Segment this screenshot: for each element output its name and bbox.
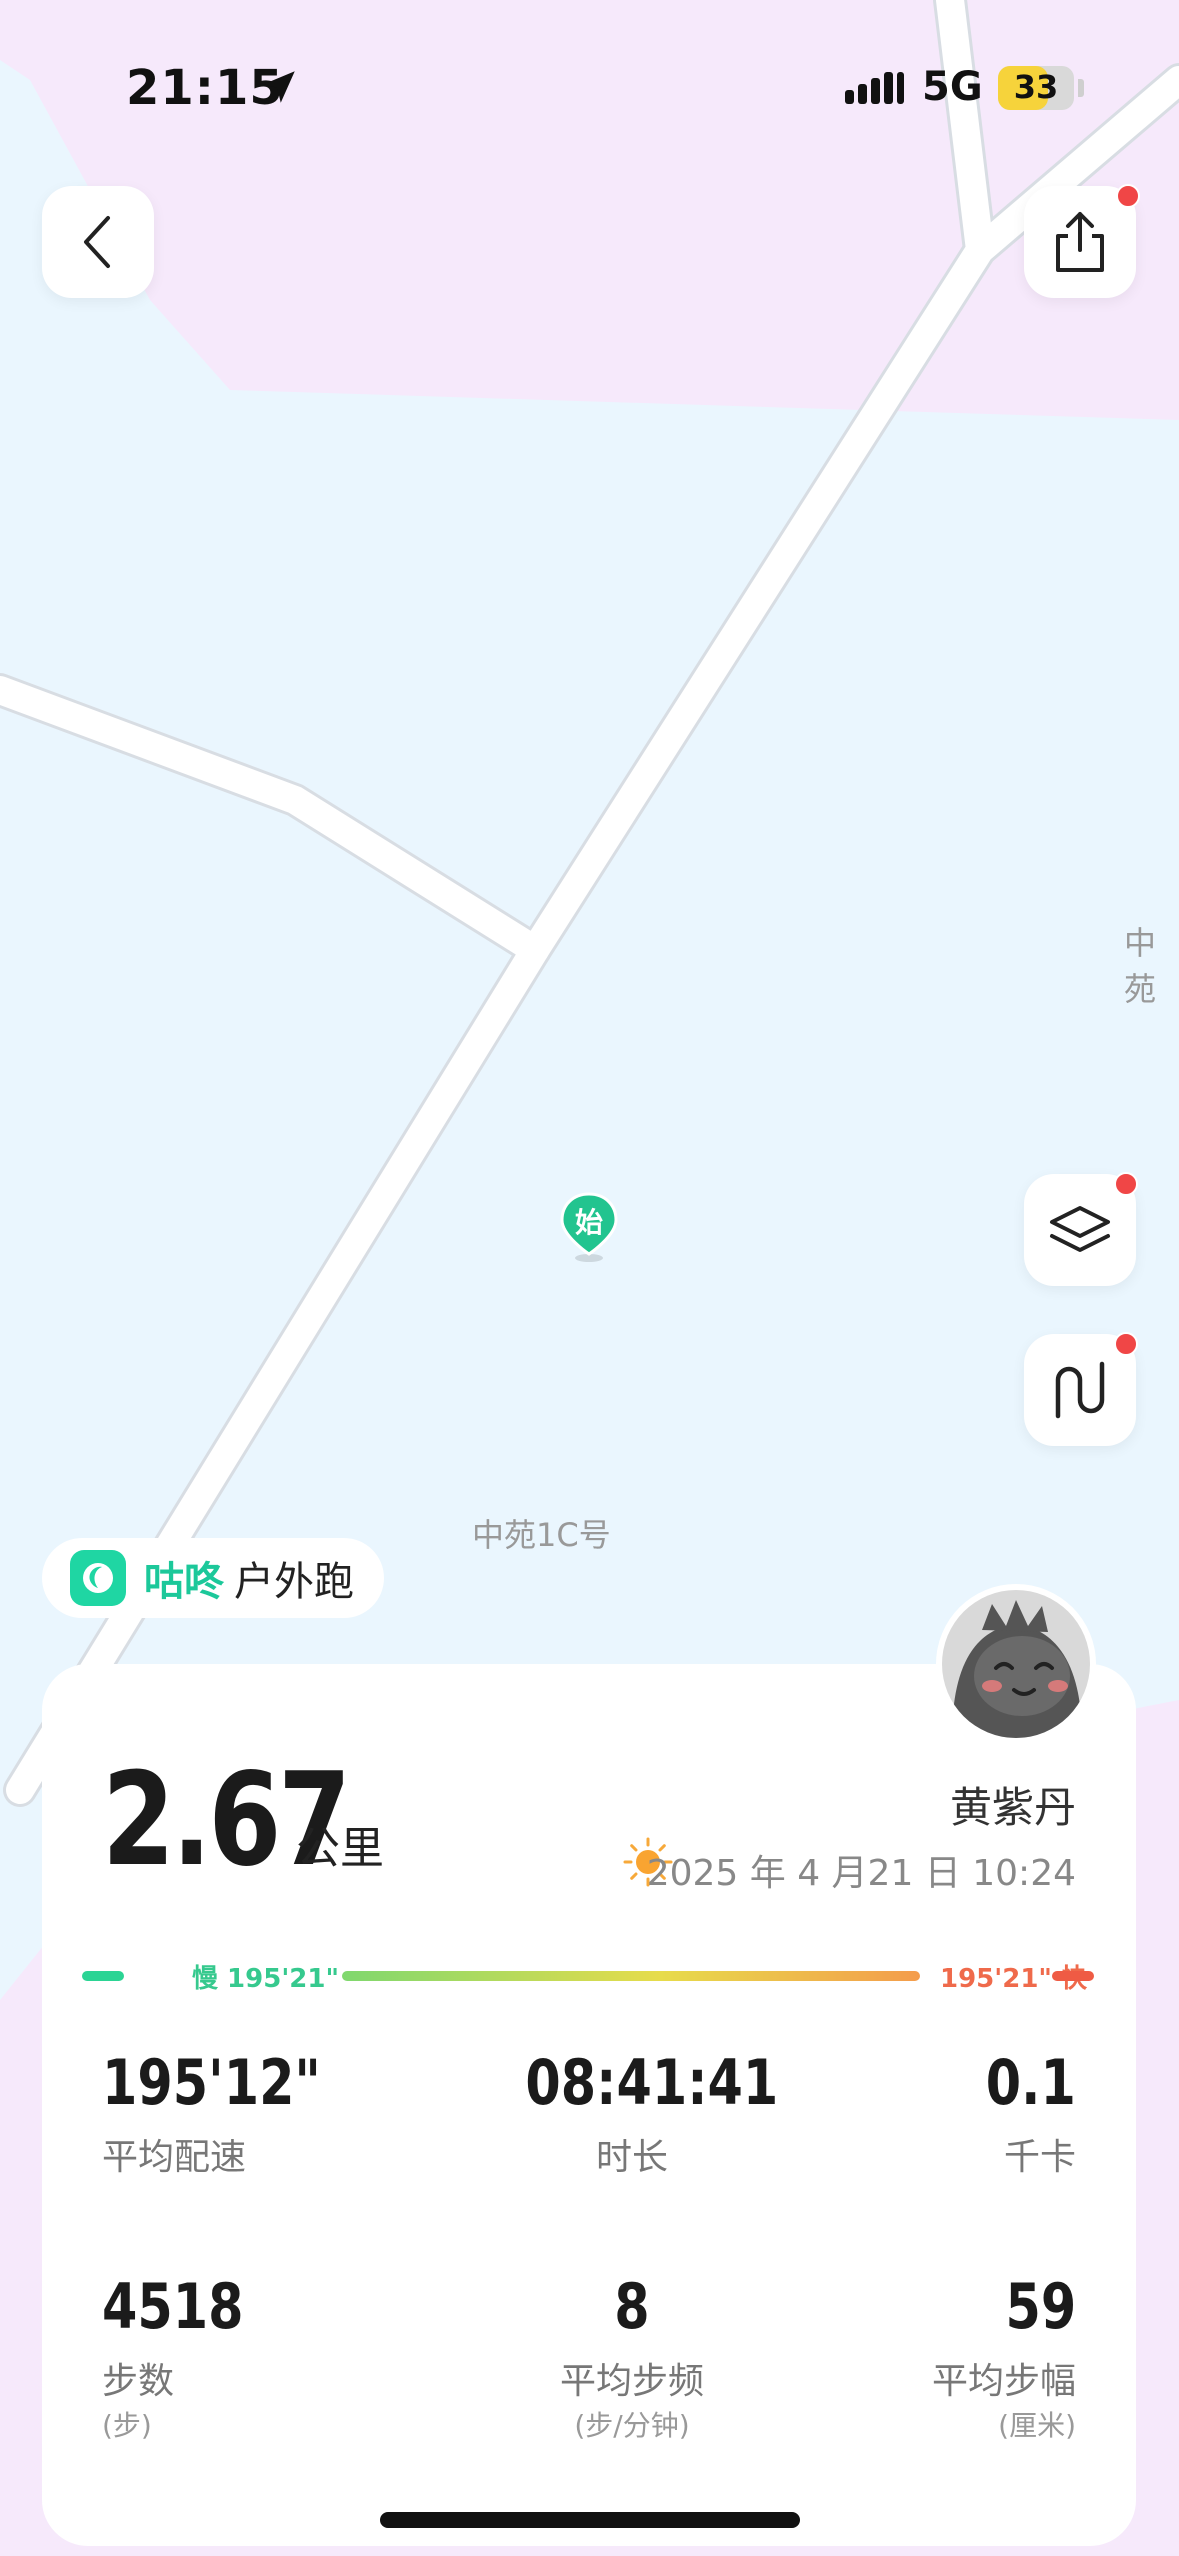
pace-slow-indicator [82, 1971, 124, 1981]
app-name: 咕咚 [144, 1559, 224, 1605]
home-indicator[interactable] [380, 2512, 800, 2528]
route-notification-dot [1114, 1332, 1138, 1356]
stat-cadence-label: 平均步频 [559, 2361, 704, 2402]
stat-steps-value: 4518 [102, 2270, 244, 2343]
stat-duration-value: 08:41:41 [525, 2046, 779, 2119]
activity-datetime: 2025 年 4 月21 日 10:24 [646, 1853, 1076, 1894]
stat-stride-value: 59 [1005, 2270, 1076, 2343]
app-badge: 咕咚 户外跑 [42, 1538, 384, 1618]
share-icon [1056, 212, 1104, 272]
chevron-left-icon [84, 216, 110, 268]
stat-cadence-unit: (步/分钟) [574, 2409, 690, 2442]
share-notification-dot [1116, 184, 1140, 208]
battery-tip [1078, 79, 1084, 97]
map-label: 中苑 [1124, 924, 1157, 1008]
stat-steps-label: 步数 [102, 2361, 175, 2402]
stat-stride-unit: (厘米) [998, 2409, 1076, 2442]
start-marker-label: 始 [574, 1206, 603, 1239]
summary-card: 2.67 公里 黄紫丹 2025 年 4 月21 日 10:24 慢 195'2… [42, 1664, 1136, 2546]
map-label: 中苑1C号 [472, 1516, 611, 1554]
status-bar: 21:15 5G 33 [0, 60, 1179, 120]
pace-bar: 慢 195'21" 195'21" 快 [82, 1954, 1096, 1998]
activity-type: 户外跑 [234, 1559, 354, 1605]
stat-stride-label: 平均步幅 [931, 2361, 1076, 2402]
signal-icon [845, 72, 904, 104]
stat-calories-label: 千卡 [1003, 2137, 1076, 2178]
layers-icon [1050, 1206, 1110, 1252]
stat-cadence-value: 8 [614, 2270, 650, 2343]
stat-duration-label: 时长 [595, 2137, 668, 2178]
battery-indicator: 33 [998, 66, 1074, 110]
layers-notification-dot [1114, 1172, 1138, 1196]
battery-level: 33 [1013, 68, 1059, 106]
back-button[interactable] [42, 186, 154, 298]
app-logo [70, 1550, 126, 1606]
location-arrow-icon [263, 71, 295, 103]
pace-gradient [342, 1971, 920, 1981]
stat-avg-pace-label: 平均配速 [102, 2137, 247, 2178]
stat-avg-pace-value: 195'12" [102, 2046, 321, 2119]
route-icon [1055, 1361, 1105, 1419]
pace-slow-label: 慢 195'21" [192, 1964, 340, 1994]
start-marker[interactable]: 始 [560, 1192, 618, 1264]
app-logo-icon [83, 1563, 113, 1593]
stat-calories-value: 0.1 [985, 2046, 1076, 2119]
avatar-image [942, 1590, 1090, 1738]
stat-steps-unit: (步) [102, 2409, 152, 2442]
distance-unit: 公里 [296, 1823, 384, 1874]
pace-fast-indicator [1052, 1971, 1094, 1981]
user-avatar[interactable] [936, 1584, 1096, 1744]
network-type: 5G [922, 64, 983, 110]
user-name: 黄紫丹 [949, 1783, 1076, 1832]
